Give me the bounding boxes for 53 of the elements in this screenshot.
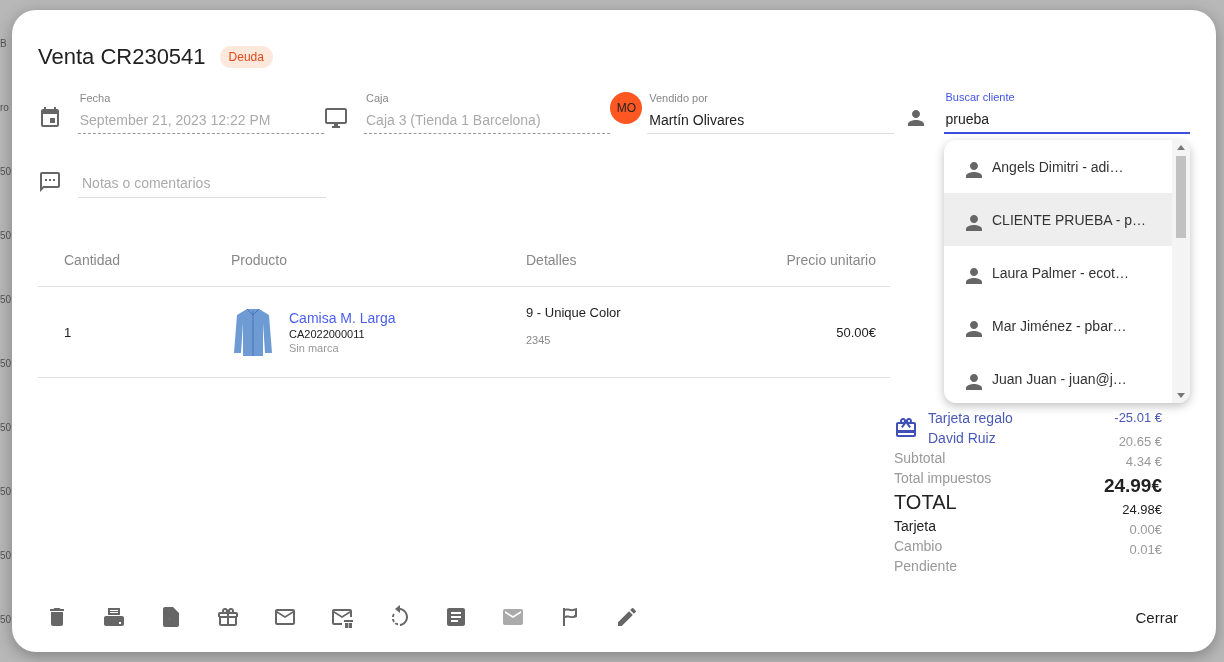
customer-option[interactable]: CLIENTE PRUEBA - p… <box>944 193 1172 246</box>
input-field[interactable]: Vendido por Martín Olivares <box>647 88 894 134</box>
customer-option[interactable]: Mar Jiménez - pbar… <box>944 299 1172 352</box>
table-cell-text: 9 - Unique Color <box>526 304 622 320</box>
product-brand: Sin marca <box>289 342 340 354</box>
background-text: 50 <box>0 549 12 563</box>
avatar: MO <box>610 92 643 124</box>
column-header: Cantidad <box>64 252 122 268</box>
total-label: Total impuestos <box>894 469 993 488</box>
total-label: Cambio <box>894 537 944 556</box>
variant-code: 2345 <box>526 333 552 346</box>
background-text: 50 <box>0 165 12 179</box>
background-text: 50 <box>0 613 12 627</box>
product-link[interactable]: Camisa M. Larga <box>289 310 396 326</box>
background-text: 50 <box>0 421 12 435</box>
total-label: Pendiente <box>894 557 959 576</box>
total-value: 20.65 € <box>1118 433 1162 451</box>
total-value: 0.01€ <box>1129 541 1162 559</box>
customer-option[interactable]: Juan Juan - juan@j… <box>944 352 1172 403</box>
search-field[interactable]: Buscar cliente prueba <box>943 88 1190 134</box>
shirt-drawing <box>231 306 275 358</box>
gift-card-link[interactable]: Tarjeta regalo <box>928 408 1013 428</box>
background-text: 50 <box>0 357 12 371</box>
table-cell-text: 1 <box>64 324 73 340</box>
scrollbar[interactable] <box>1172 140 1190 403</box>
total-value: 24.99€ <box>1103 474 1162 498</box>
background-text: 50 <box>0 229 12 243</box>
column-header: Producto <box>231 252 289 268</box>
customer-option[interactable]: Laura Palmer - ecot… <box>944 246 1172 299</box>
total-value: 0.00€ <box>1129 521 1162 539</box>
column-header: Precio unitario <box>785 252 876 268</box>
comment-icon <box>38 170 62 194</box>
total-value: 4.34 € <box>1125 453 1162 471</box>
background-text: ro <box>0 101 10 115</box>
monitor-icon <box>324 106 349 130</box>
background-text: B <box>0 37 8 51</box>
total-label: TOTAL <box>894 490 958 515</box>
gift-card-holder-link[interactable]: David Ruiz <box>928 428 1013 448</box>
calendar-icon <box>38 106 62 130</box>
total-value: -25.01 € <box>1114 409 1162 427</box>
total-label: Tarjeta <box>894 517 938 536</box>
column-header: Detalles <box>526 252 578 268</box>
background-text: 50 <box>0 293 12 307</box>
total-label: Subtotal <box>894 449 947 468</box>
total-value: 24.98€ <box>1122 501 1162 519</box>
status-badge: Deuda <box>219 46 273 68</box>
gift-card-icon <box>894 416 918 440</box>
dialog-title: Venta CR230541 <box>38 44 206 70</box>
table-cell-text: 50.00€ <box>835 324 876 340</box>
customer-option[interactable]: Angels Dimitri - adi… <box>944 140 1172 193</box>
background-text: 50 <box>0 485 12 499</box>
close-button[interactable]: Cerrar <box>1123 600 1190 634</box>
product-code: CA2022000011 <box>289 328 366 340</box>
